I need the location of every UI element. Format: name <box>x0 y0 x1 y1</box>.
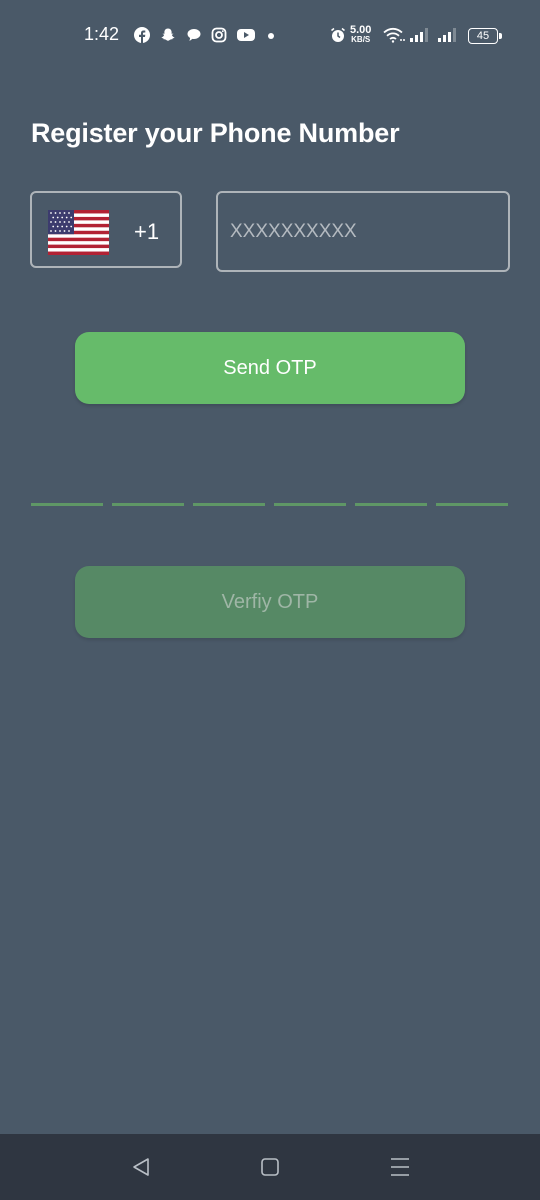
system-navigation-bar <box>0 1134 540 1200</box>
network-speed-unit: KB/S <box>351 35 371 44</box>
chat-icon <box>187 29 201 41</box>
home-icon[interactable] <box>257 1154 283 1180</box>
status-time: 1:42 <box>84 24 120 44</box>
otp-input-row <box>31 503 509 507</box>
battery-icon: 45 <box>468 28 502 44</box>
country-code-picker[interactable]: +1 <box>30 191 182 268</box>
otp-digit-slot[interactable] <box>355 503 427 506</box>
signal-icon-2 <box>438 28 456 42</box>
youtube-icon <box>237 29 255 41</box>
phone-number-input[interactable] <box>230 217 490 247</box>
otp-digit-slot[interactable] <box>436 503 508 506</box>
signal-icon <box>410 28 428 42</box>
snapchat-icon <box>161 28 175 41</box>
send-otp-button[interactable]: Send OTP <box>75 332 465 404</box>
status-bar: 1:42 5.00 KB/S 45 <box>0 0 540 72</box>
phone-number-field[interactable] <box>216 191 510 272</box>
otp-digit-slot[interactable] <box>31 503 103 506</box>
instagram-icon <box>211 27 227 43</box>
back-icon[interactable] <box>128 1154 154 1180</box>
verify-otp-button[interactable]: Verfiy OTP <box>75 566 465 638</box>
recents-menu-icon[interactable] <box>387 1154 413 1180</box>
page-title: Register your Phone Number <box>31 118 400 148</box>
otp-digit-slot[interactable] <box>274 503 346 506</box>
network-speed: 5.00 KB/S <box>350 25 371 45</box>
notification-dot <box>268 33 274 39</box>
country-code: +1 <box>134 219 160 244</box>
facebook-icon <box>134 27 150 43</box>
wifi-icon <box>383 27 405 43</box>
us-flag-icon <box>48 210 109 255</box>
otp-digit-slot[interactable] <box>193 503 265 506</box>
alarm-icon <box>331 27 345 42</box>
otp-digit-slot[interactable] <box>112 503 184 506</box>
